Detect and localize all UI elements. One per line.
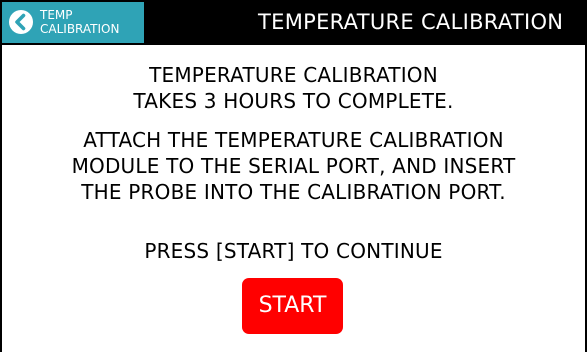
continue-prompt: PRESS [START] TO CONTINUE [144,239,443,263]
calibration-screen: TEMP CALIBRATION TEMPERATURE CALIBRATION… [0,0,587,352]
info-line-1: TEMPERATURE CALIBRATION [149,63,438,87]
page-title: TEMPERATURE CALIBRATION [258,10,564,34]
chevron-left-icon [9,10,33,34]
back-button[interactable]: TEMP CALIBRATION [2,2,144,43]
back-label-line1: TEMP [40,8,73,22]
instruction-line-2: MODULE TO THE SERIAL PORT, AND INSERT [71,154,516,178]
start-button[interactable]: START [242,278,343,334]
instruction-line-1: ATTACH THE TEMPERATURE CALIBRATION [83,128,504,152]
back-button-label: TEMP CALIBRATION [40,8,140,36]
back-label-line2: CALIBRATION [40,22,120,36]
info-line-2: TAKES 3 HOURS TO COMPLETE. [133,89,454,113]
header-bar: TEMP CALIBRATION TEMPERATURE CALIBRATION [0,0,587,45]
instruction-line-3: THE PROBE INTO THE CALIBRATION PORT. [81,180,506,204]
